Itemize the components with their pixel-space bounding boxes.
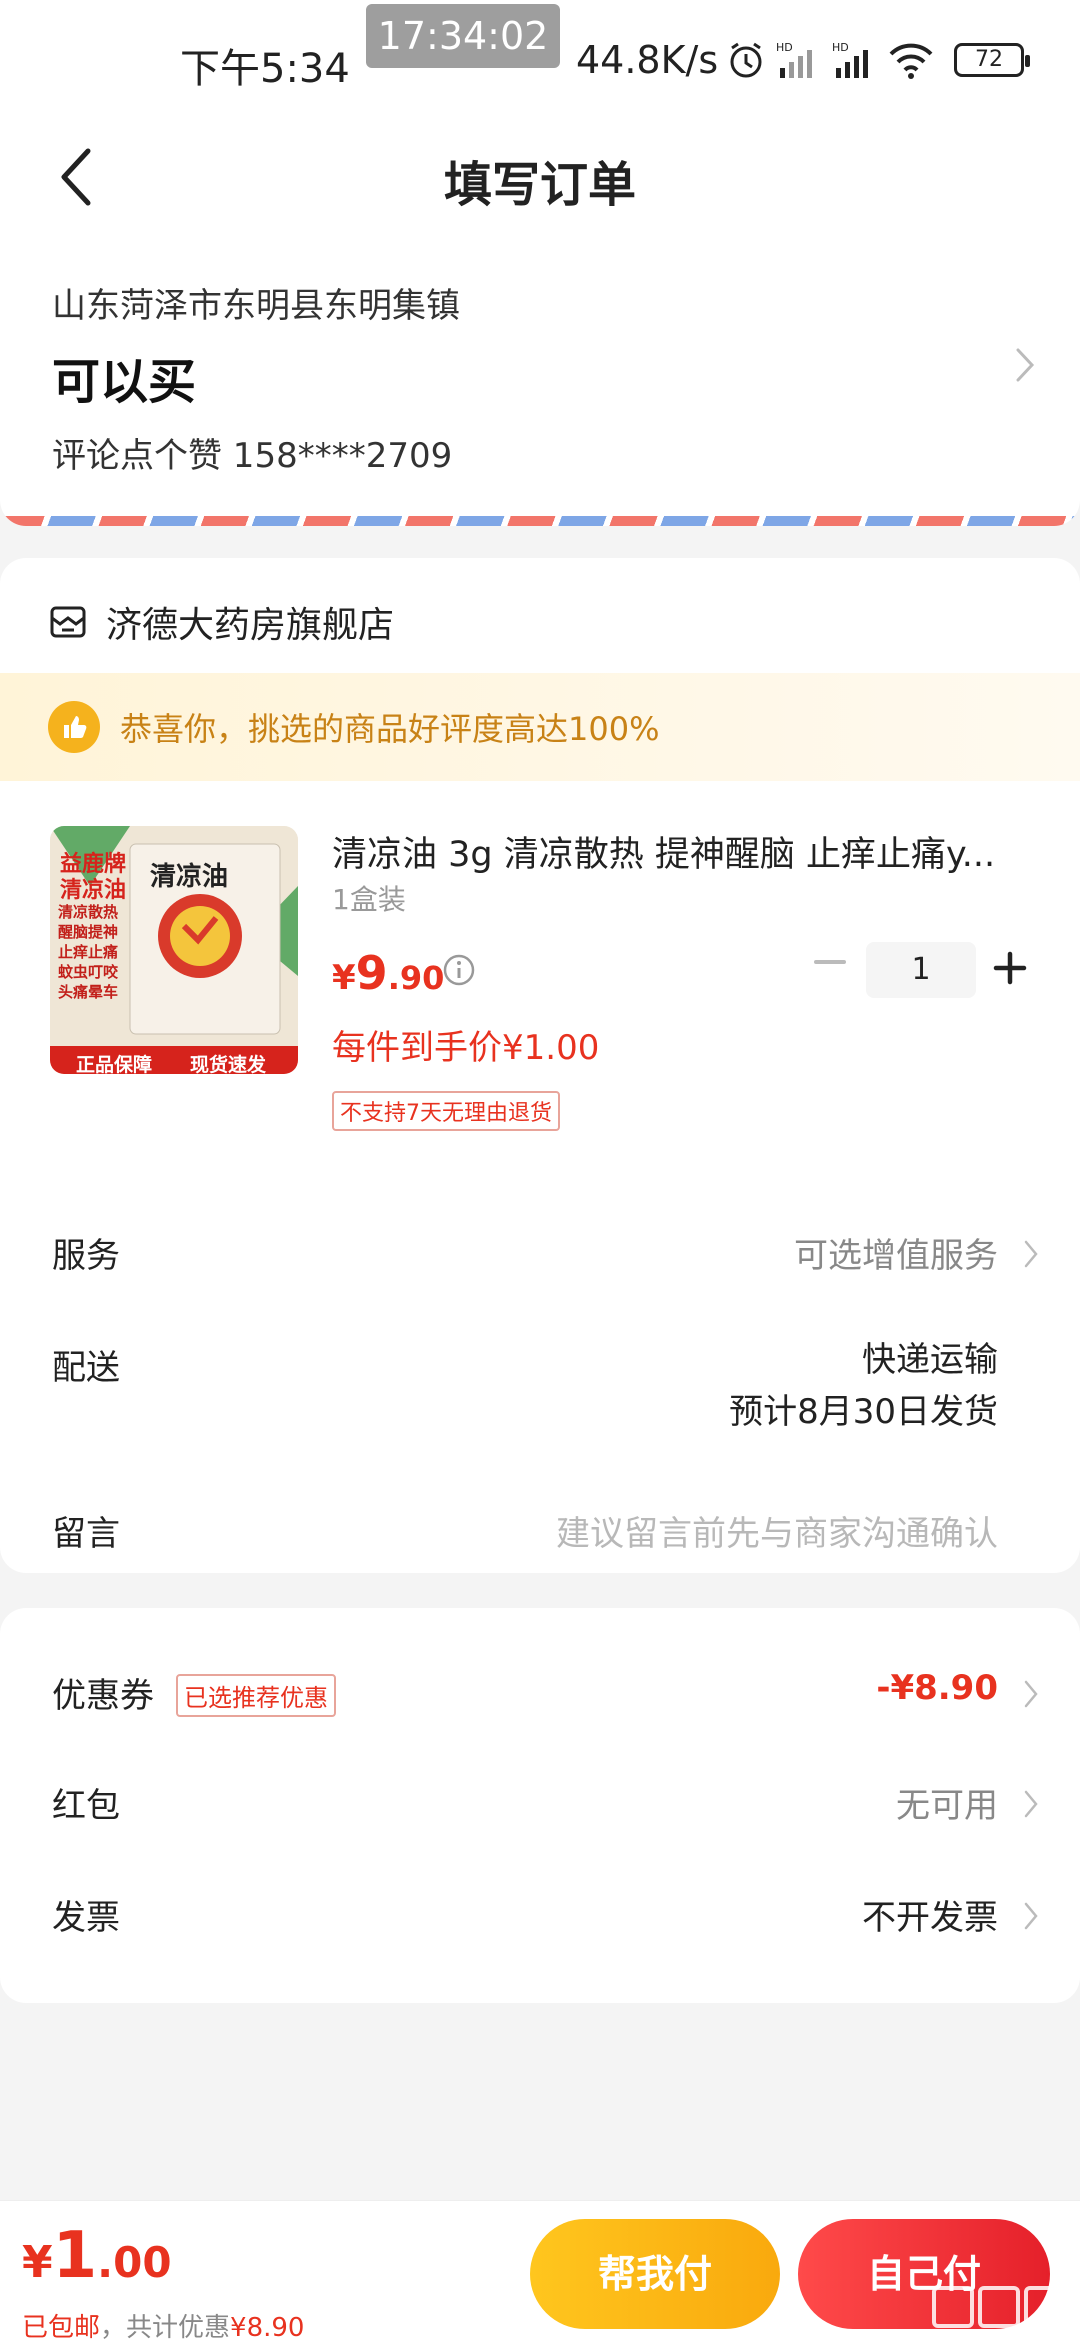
product-badge-instock: 现货速发 bbox=[190, 1054, 267, 1074]
savings-summary: 已包邮，共计优惠¥8.90 bbox=[22, 2307, 304, 2340]
message-row[interactable]: 留言 建议留言前先与商家沟通确认 bbox=[0, 1486, 1080, 1576]
coupon-value: -¥8.90 bbox=[876, 1668, 998, 1708]
service-value: 可选增值服务 bbox=[794, 1236, 998, 1276]
total-currency: ¥ bbox=[22, 2237, 53, 2288]
page-title: 填写订单 bbox=[443, 157, 636, 213]
product-feature: 头痛晕车 bbox=[58, 983, 119, 1001]
banner-text: 恭喜你，挑选的商品好评度高达100% bbox=[120, 710, 660, 748]
message-input[interactable]: 建议留言前先与商家沟通确认 bbox=[556, 1506, 998, 1555]
price-currency: ¥ bbox=[332, 958, 356, 998]
alarm-icon bbox=[730, 42, 762, 78]
store-card: 济德大药房旗舰店 恭喜你，挑选的商品好评度高达100% 益鹿牌 清凉油 清凉油 … bbox=[0, 558, 1080, 1573]
invoice-value: 不开发票 bbox=[862, 1898, 998, 1938]
message-label: 留言 bbox=[52, 1514, 120, 1554]
store-icon bbox=[50, 606, 86, 638]
airmail-border bbox=[0, 516, 1080, 526]
product-spec[interactable]: 1盒装 bbox=[332, 878, 406, 918]
recipient-contact: 评论点个赞 158****2709 bbox=[52, 436, 453, 476]
watermark-logo bbox=[932, 2286, 1066, 2328]
chevron-right-icon bbox=[1024, 1680, 1038, 1708]
savings-value: ¥8.90 bbox=[230, 2313, 305, 2340]
product-feature: 蚊虫叮咬 bbox=[58, 963, 119, 981]
recipient-name: 可以买 bbox=[52, 354, 197, 410]
total-decimal: .00 bbox=[97, 2238, 172, 2287]
product-image-title: 清凉油 bbox=[60, 878, 127, 903]
status-icons: HD HD 72 bbox=[726, 38, 1030, 82]
rating-banner: 恭喜你，挑选的商品好评度高达100% bbox=[0, 673, 1080, 781]
service-row[interactable]: 服务 可选增值服务 bbox=[0, 1208, 1080, 1298]
address-line: 山东菏泽市东明县东明集镇 bbox=[52, 286, 460, 326]
quantity-field[interactable]: 1 bbox=[866, 942, 976, 998]
bottom-action-bar: ¥1.00 已包邮，共计优惠¥8.90 帮我付 自己付 bbox=[0, 2200, 1080, 2340]
chevron-right-icon bbox=[1024, 1240, 1038, 1268]
battery-indicator: 72 bbox=[954, 43, 1030, 77]
product-image[interactable]: 益鹿牌 清凉油 清凉油 清凉散热 醒脑提神 止痒止痛 蚊虫叮咬 头痛晕车 正品保… bbox=[50, 826, 298, 1074]
price-decimal: .90 bbox=[387, 959, 445, 997]
wifi-icon bbox=[889, 43, 933, 79]
discount-card: 优惠券 已选推荐优惠 -¥8.90 红包 无可用 发票 不开发票 bbox=[0, 1608, 1080, 2003]
product-feature: 止痒止痛 bbox=[58, 943, 119, 961]
store-header[interactable]: 济德大药房旗舰店 bbox=[48, 596, 394, 648]
thumbs-up-icon bbox=[48, 701, 100, 753]
signal-hd-icon: HD bbox=[776, 41, 812, 78]
svg-text:HD: HD bbox=[832, 41, 849, 54]
service-label: 服务 bbox=[52, 1236, 120, 1276]
product-feature: 醒脑提神 bbox=[58, 923, 119, 941]
delivery-info: 快递运输 预计8月30日发货 bbox=[729, 1334, 998, 1438]
chevron-right-icon bbox=[1016, 348, 1035, 382]
total-integer: 1 bbox=[52, 2219, 98, 2293]
product-feature: 清凉散热 bbox=[58, 903, 119, 921]
network-speed: 44.8K/s bbox=[576, 38, 719, 82]
return-policy-tag: 不支持7天无理由退货 bbox=[332, 1091, 560, 1131]
product-title[interactable]: 清凉油 3g 清凉散热 提神醒脑 止痒止痛y... bbox=[332, 826, 1032, 877]
coupon-label: 优惠券 bbox=[52, 1676, 154, 1716]
delivery-method: 快递运输 bbox=[862, 1340, 998, 1380]
delivery-label: 配送 bbox=[52, 1348, 120, 1388]
status-bar: 下午5:34 17:34:02 44.8K/s HD HD 72 bbox=[0, 0, 1080, 115]
invoice-label: 发票 bbox=[52, 1898, 120, 1938]
help-pay-button[interactable]: 帮我付 bbox=[530, 2219, 780, 2329]
product-badge-authentic: 正品保障 bbox=[76, 1054, 153, 1074]
price-integer: 9 bbox=[355, 946, 388, 1000]
product-features: 清凉散热 醒脑提神 止痒止痛 蚊虫叮咬 头痛晕车 bbox=[58, 902, 118, 1002]
delivery-row: 配送 快递运输 预计8月30日发货 bbox=[0, 1320, 1080, 1450]
delivery-eta: 预计8月30日发货 bbox=[729, 1392, 998, 1432]
info-icon[interactable] bbox=[442, 953, 476, 987]
store-name: 济德大药房旗舰店 bbox=[106, 605, 395, 646]
address-card[interactable]: 山东菏泽市东明县东明集镇 可以买 评论点个赞 158****2709 bbox=[0, 240, 1080, 526]
unit-price: 每件到手价¥1.00 bbox=[332, 1028, 600, 1068]
nav-bar: 填写订单 bbox=[0, 115, 1080, 240]
coupon-row[interactable]: 优惠券 已选推荐优惠 -¥8.90 bbox=[0, 1648, 1080, 1738]
status-time: 下午5:34 bbox=[180, 46, 350, 92]
plus-icon[interactable] bbox=[990, 948, 1030, 988]
redpacket-row[interactable]: 红包 无可用 bbox=[0, 1758, 1080, 1848]
invoice-row[interactable]: 发票 不开发票 bbox=[0, 1870, 1080, 1960]
chevron-right-icon bbox=[1024, 1902, 1038, 1930]
svg-text:HD: HD bbox=[776, 41, 793, 54]
redpacket-value: 无可用 bbox=[896, 1786, 998, 1826]
shipping-text: 已包邮 bbox=[22, 2313, 101, 2340]
product-image-name: 清凉油 bbox=[150, 862, 229, 892]
savings-prefix: ，共计优惠 bbox=[100, 2313, 231, 2340]
redpacket-label: 红包 bbox=[52, 1786, 120, 1826]
chevron-right-icon bbox=[1024, 1790, 1038, 1818]
minus-icon[interactable] bbox=[810, 942, 850, 982]
coupon-tag: 已选推荐优惠 bbox=[176, 1674, 336, 1717]
order-total: ¥1.00 bbox=[22, 2219, 172, 2293]
product-price: ¥9.90 bbox=[332, 946, 444, 1000]
clock-overlay: 17:34:02 bbox=[366, 4, 560, 68]
signal-hd-2-icon: HD bbox=[832, 41, 868, 78]
